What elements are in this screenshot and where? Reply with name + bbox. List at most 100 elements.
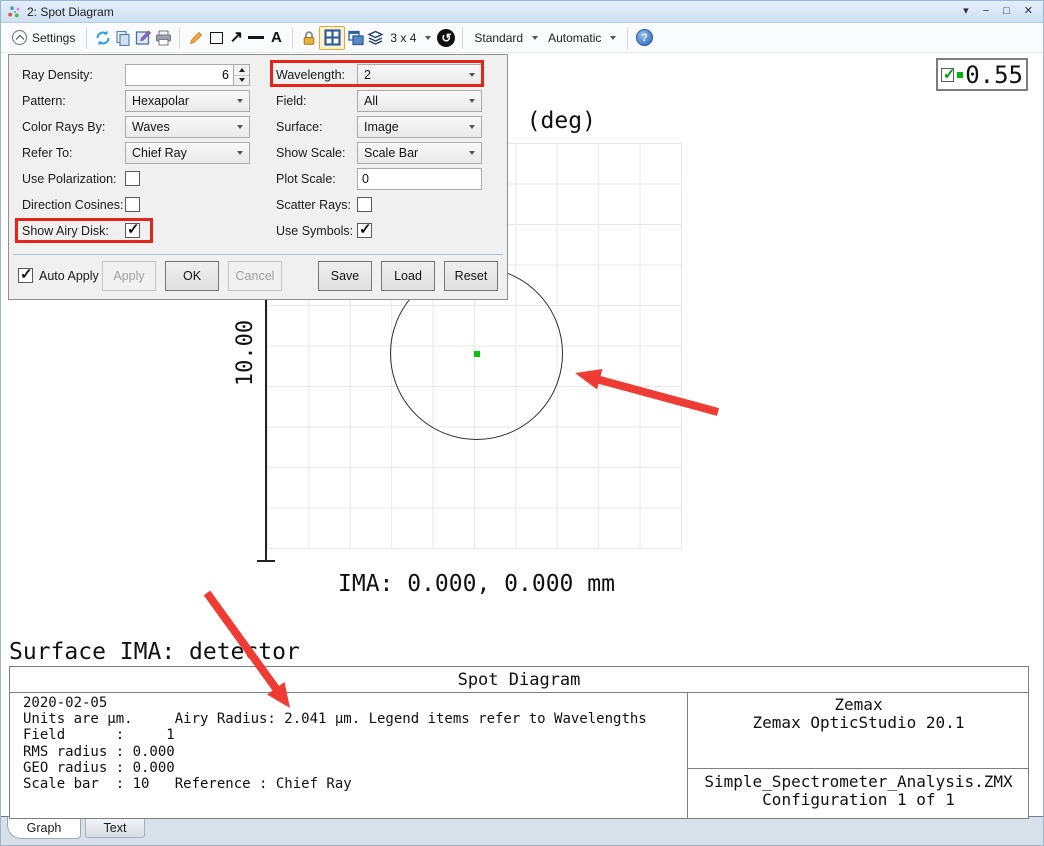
surface-dropdown[interactable]: Image — [357, 116, 482, 138]
ray-density-input[interactable]: 6 — [125, 64, 250, 86]
scale-bar-label: 10.00 — [232, 318, 258, 388]
settings-button-label: Settings — [32, 31, 75, 45]
cancel-button[interactable]: Cancel — [228, 261, 282, 291]
scale-bar-line — [265, 300, 267, 562]
direction-cosines-checkbox[interactable] — [125, 197, 140, 212]
show-scale-label: Show Scale: — [276, 141, 345, 165]
standard-label: Standard — [474, 31, 523, 45]
file-name: Simple_Spectrometer_Analysis.ZMX — [688, 773, 1029, 791]
report-title: Spot Diagram — [10, 667, 1028, 693]
copy-icon[interactable] — [113, 27, 133, 49]
report-right-column: Zemax Zemax OpticStudio 20.1 Simple_Spec… — [687, 693, 1029, 818]
show-airy-disk-checkbox[interactable] — [125, 223, 140, 238]
use-polarization-label: Use Polarization: — [22, 167, 117, 191]
split-view-icon-active[interactable] — [319, 26, 345, 50]
maximize-icon[interactable]: □ — [1003, 6, 1010, 17]
show-scale-value: Scale Bar — [364, 146, 418, 160]
field-label: Field: — [276, 89, 307, 113]
ok-button[interactable]: OK — [165, 261, 219, 291]
plot-content-area: ) (deg) 10.00 IMA: 0.000, 0.000 mm Surfa… — [1, 53, 1044, 816]
cascade-windows-icon[interactable] — [345, 27, 365, 49]
window-title: 2: Spot Diagram — [27, 5, 963, 19]
grid-size-dropdown[interactable]: 3 x 4 — [385, 29, 436, 47]
spot-diagram-app-icon — [7, 5, 21, 19]
toolbar-separator — [627, 27, 628, 49]
print-icon[interactable] — [153, 27, 173, 49]
plot-title-deg: ) (deg) — [499, 108, 596, 134]
chevron-down-icon — [237, 99, 243, 103]
report-line-date: 2020-02-05 — [23, 695, 687, 711]
wavelength-value: 2 — [364, 68, 371, 82]
settings-button[interactable]: Settings — [7, 28, 80, 47]
grid-size-label: 3 x 4 — [390, 31, 416, 45]
line-annotation-icon[interactable] — [246, 27, 266, 49]
load-button[interactable]: Load — [381, 261, 435, 291]
refer-to-label: Refer To: — [22, 141, 73, 165]
toolbar-separator — [86, 27, 87, 49]
standard-dropdown[interactable]: Standard — [469, 29, 543, 47]
auto-apply-checkbox[interactable] — [18, 268, 33, 283]
chevron-down-icon — [425, 36, 431, 40]
refresh-icon[interactable] — [93, 27, 113, 49]
spot-diagram-window: 2: Spot Diagram ▾ − □ ✕ Settings — [0, 0, 1044, 846]
ray-density-label: Ray Density: — [22, 63, 93, 87]
color-rays-by-dropdown[interactable]: Waves — [125, 116, 250, 138]
reset-button[interactable]: Reset — [444, 261, 498, 291]
report-company-cell: Zemax Zemax OpticStudio 20.1 — [688, 693, 1029, 769]
direction-cosines-label: Direction Cosines: — [22, 193, 123, 217]
rotate-icon[interactable]: ↺ — [436, 27, 456, 49]
close-icon[interactable]: ✕ — [1024, 6, 1033, 17]
chevron-down-icon — [237, 151, 243, 155]
show-scale-dropdown[interactable]: Scale Bar — [357, 142, 482, 164]
report-line-field: Field : 1 — [23, 727, 687, 743]
scale-bar-cap — [257, 560, 275, 562]
wavelength-legend-value: 0.55 — [965, 61, 1023, 89]
automatic-dropdown[interactable]: Automatic — [543, 29, 621, 47]
use-symbols-checkbox[interactable] — [357, 223, 372, 238]
chief-ray-spot — [474, 351, 480, 357]
wavelength-label: Wavelength: — [276, 63, 345, 87]
toolbar: Settings — [1, 23, 1043, 53]
save-image-icon[interactable] — [133, 27, 153, 49]
chevron-down-icon — [237, 125, 243, 129]
lock-icon[interactable] — [299, 27, 319, 49]
chevron-down-icon — [610, 36, 616, 40]
toolbar-separator — [179, 27, 180, 49]
window-menu-icon[interactable]: ▾ — [963, 6, 969, 17]
pattern-dropdown[interactable]: Hexapolar — [125, 90, 250, 112]
show-airy-disk-label: Show Airy Disk: — [22, 219, 109, 243]
tab-graph[interactable]: Graph — [7, 817, 81, 839]
ray-density-value: 6 — [126, 65, 233, 85]
spinner-up-icon[interactable] — [234, 65, 249, 76]
wavelength-dropdown[interactable]: 2 — [357, 64, 482, 86]
scatter-rays-label: Scatter Rays: — [276, 193, 351, 217]
text-annotation-icon[interactable]: A — [266, 27, 286, 49]
plot-scale-input[interactable]: 0 — [357, 168, 482, 190]
configuration-info: Configuration 1 of 1 — [688, 791, 1029, 809]
plot-scale-label: Plot Scale: — [276, 167, 336, 191]
field-value: All — [364, 94, 378, 108]
automatic-label: Automatic — [548, 31, 601, 45]
save-button[interactable]: Save — [318, 261, 372, 291]
ray-density-spinner[interactable] — [233, 65, 249, 85]
pencil-annotation-icon[interactable] — [186, 27, 206, 49]
help-icon[interactable]: ? — [634, 27, 654, 49]
scatter-rays-checkbox[interactable] — [357, 197, 372, 212]
use-polarization-checkbox[interactable] — [125, 171, 140, 186]
tab-text[interactable]: Text — [85, 818, 145, 838]
apply-button[interactable]: Apply — [102, 261, 156, 291]
rectangle-annotation-icon[interactable] — [206, 27, 226, 49]
field-dropdown[interactable]: All — [357, 90, 482, 112]
layers-icon[interactable] — [365, 27, 385, 49]
arrow-annotation-icon[interactable]: ↗ — [226, 27, 246, 49]
refer-to-value: Chief Ray — [132, 146, 187, 160]
pattern-label: Pattern: — [22, 89, 66, 113]
minimize-icon[interactable]: − — [983, 6, 989, 17]
bottom-tab-bar: Graph Text — [1, 816, 1043, 846]
refer-to-dropdown[interactable]: Chief Ray — [125, 142, 250, 164]
chevron-down-icon — [469, 125, 475, 129]
wavelength-legend-checkbox[interactable] — [941, 68, 954, 82]
spinner-down-icon[interactable] — [234, 76, 249, 86]
report-line-rms: RMS radius : 0.000 — [23, 744, 687, 760]
report-line-geo: GEO radius : 0.000 — [23, 760, 687, 776]
